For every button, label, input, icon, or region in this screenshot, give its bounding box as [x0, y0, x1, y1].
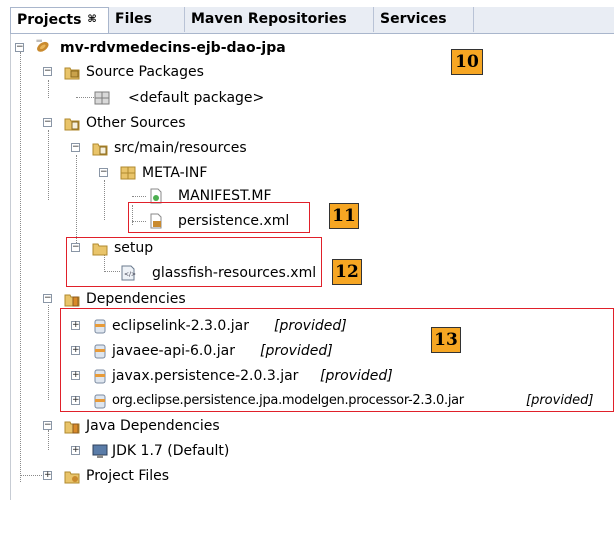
src-main-resources-label: src/main/resources [114, 140, 247, 156]
tab-projects-label: Projects [17, 12, 82, 28]
tab-services[interactable]: Services [374, 7, 474, 32]
annotation-box-11 [128, 202, 310, 233]
annotation-box-12 [66, 237, 322, 287]
tree-line [132, 196, 146, 197]
tree-line [104, 180, 105, 220]
tree-line [76, 97, 94, 98]
tree-line [48, 130, 49, 200]
annotation-badge-13: 13 [431, 327, 461, 353]
collapse-icon[interactable]: − [43, 421, 52, 430]
folder-icon [64, 118, 80, 131]
jdk-label: JDK 1.7 (Default) [112, 443, 230, 459]
tab-projects[interactable]: Projects ⌘ [10, 7, 109, 33]
expand-icon[interactable]: + [71, 446, 80, 455]
collapse-icon[interactable]: − [43, 118, 52, 127]
collapse-icon[interactable]: − [99, 168, 108, 177]
tab-files-label: Files [115, 11, 152, 27]
annotation-badge-12: 12 [332, 259, 362, 285]
package-folder-icon [120, 166, 136, 180]
tab-strip: Projects ⌘ Files Maven Repositories Servi… [10, 7, 614, 34]
java-dependencies-label: Java Dependencies [86, 418, 220, 434]
resources-folder-icon [92, 143, 108, 156]
tree-line [48, 80, 49, 98]
tree-line [48, 430, 49, 450]
annotation-box-13 [60, 308, 614, 412]
collapse-icon[interactable]: − [71, 143, 80, 152]
tab-services-label: Services [380, 11, 447, 27]
package-icon [94, 91, 110, 105]
close-icon[interactable]: ⌘ [87, 14, 96, 25]
project-files-folder-icon [64, 471, 80, 484]
meta-inf-label: META-INF [142, 165, 208, 181]
other-sources-label: Other Sources [86, 115, 186, 131]
collapse-icon[interactable]: − [43, 67, 52, 76]
project-files-label: Project Files [86, 468, 170, 484]
tab-files[interactable]: Files [109, 7, 185, 32]
default-package-label: <default package> [128, 90, 265, 106]
tree-line [20, 52, 21, 482]
dependencies-label: Dependencies [86, 291, 186, 307]
maven-project-icon [36, 39, 49, 52]
tree-line [76, 155, 77, 245]
tree-line [48, 305, 49, 400]
panel-border [10, 34, 11, 500]
expand-icon[interactable]: + [43, 471, 52, 480]
source-folder-icon [64, 67, 80, 80]
collapse-icon[interactable]: − [15, 43, 24, 52]
jdk-platform-icon [92, 444, 108, 458]
library-folder-icon [64, 421, 80, 434]
tab-maven-label: Maven Repositories [191, 11, 347, 27]
collapse-icon[interactable]: − [43, 294, 52, 303]
library-folder-icon [64, 294, 80, 307]
tab-maven-repositories[interactable]: Maven Repositories [185, 7, 374, 32]
source-packages-label: Source Packages [86, 64, 204, 80]
annotation-badge-11: 11 [329, 203, 359, 229]
annotation-badge-10: 10 [451, 49, 483, 75]
project-name: mv-rdvmedecins-ejb-dao-jpa [60, 40, 286, 56]
